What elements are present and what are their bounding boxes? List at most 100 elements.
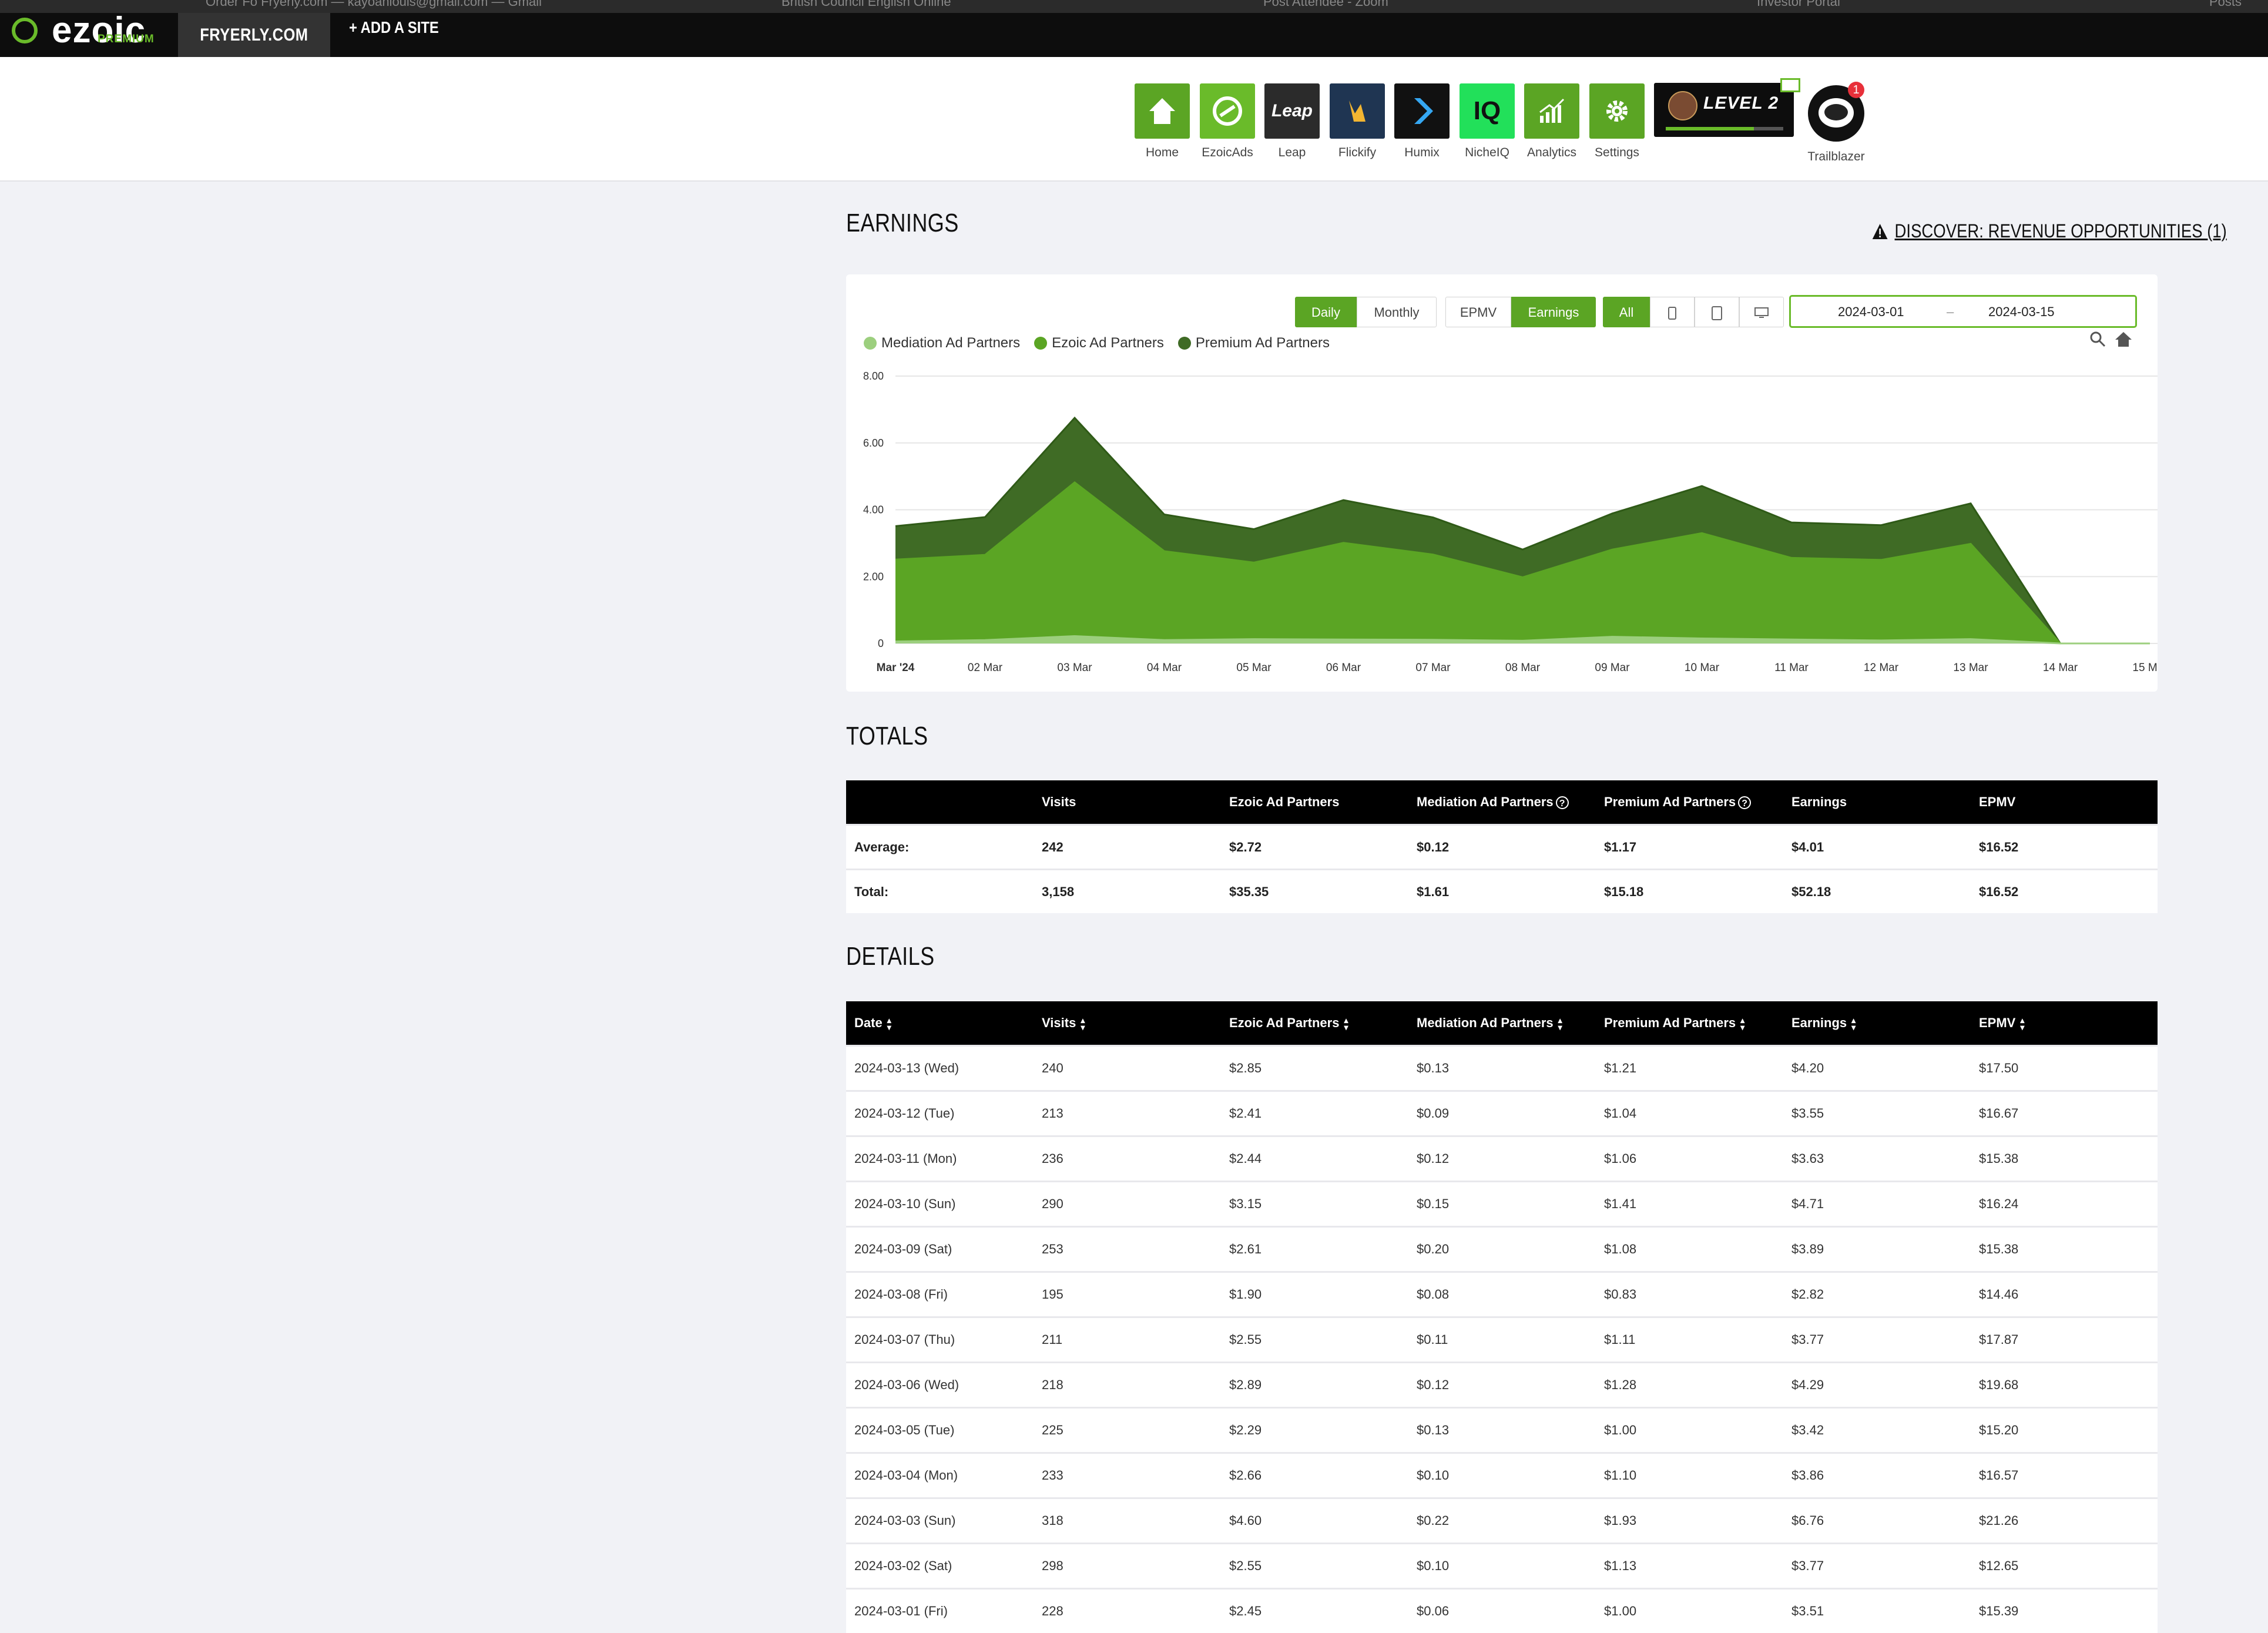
table-cell: 2024-03-04 (Mon) xyxy=(846,1453,1034,1498)
app-analytics[interactable]: Analytics xyxy=(1524,83,1579,160)
browser-tab[interactable]: Order Fo Fryerly.com — kayoanlouis@gmail… xyxy=(206,0,542,9)
add-site-link[interactable]: + ADD A SITE xyxy=(349,13,455,42)
table-cell: $0.12 xyxy=(1408,825,1596,870)
browser-tab[interactable]: Investor Portal xyxy=(1757,0,1840,9)
sortable-column-header[interactable]: Date▴▾ xyxy=(846,1001,1034,1046)
sortable-column-header[interactable]: EPMV▴▾ xyxy=(1971,1001,2158,1046)
sort-icon: ▴▾ xyxy=(2020,1017,2024,1031)
level-badge[interactable]: LEVEL 2 xyxy=(1654,83,1794,137)
sortable-column-header[interactable]: Mediation Ad Partners ▴▾ xyxy=(1408,1001,1596,1046)
app-leap[interactable]: Leap Leap xyxy=(1264,83,1320,160)
site-tab-fryerly[interactable]: FRYERLY.COM xyxy=(178,13,330,57)
totals-header-label: Mediation Ad Partners xyxy=(1417,794,1554,809)
settings-icon xyxy=(1589,83,1645,139)
browser-tab[interactable]: Post Attendee - Zoom xyxy=(1263,0,1388,9)
table-cell: $15.38 xyxy=(1971,1136,2158,1182)
table-cell: $3.42 xyxy=(1783,1408,1971,1453)
table-cell: 2024-03-13 (Wed) xyxy=(846,1046,1034,1091)
x-tick-label: 10 Mar xyxy=(1685,662,1720,674)
table-cell: $3.15 xyxy=(1221,1182,1408,1227)
app-launcher-bar: Home EzoicAds Leap Leap Flickify Humix I… xyxy=(0,57,2268,182)
column-label: Date xyxy=(854,1015,883,1030)
help-icon[interactable]: ? xyxy=(1738,796,1751,809)
device-all-button[interactable]: All xyxy=(1603,297,1650,327)
browser-tab-strip: Order Fo Fryerly.com — kayoanlouis@gmail… xyxy=(0,0,2268,13)
app-humix[interactable]: Humix xyxy=(1394,83,1450,160)
table-cell: $4.71 xyxy=(1783,1182,1971,1227)
sortable-column-header[interactable]: Ezoic Ad Partners▴▾ xyxy=(1221,1001,1408,1046)
table-cell: $2.41 xyxy=(1221,1091,1408,1136)
zoom-icon[interactable] xyxy=(2089,330,2106,348)
totals-header: Earnings xyxy=(1783,780,1971,825)
x-tick-label: 05 Mar xyxy=(1236,662,1271,674)
legend-item[interactable]: Mediation Ad Partners xyxy=(864,335,1020,351)
details-table: Date▴▾Visits▴▾Ezoic Ad Partners▴▾Mediati… xyxy=(846,1001,2158,1633)
discover-label: DISCOVER: REVENUE OPPORTUNITIES (1) xyxy=(1895,220,2227,242)
flickify-icon xyxy=(1330,83,1385,139)
device-mobile-button[interactable] xyxy=(1650,297,1695,327)
table-cell: 318 xyxy=(1034,1498,1221,1544)
legend-swatch xyxy=(1178,337,1191,350)
totals-header: Mediation Ad Partners? xyxy=(1408,780,1596,825)
app-home[interactable]: Home xyxy=(1135,83,1190,160)
metric-epmv-button[interactable]: EPMV xyxy=(1445,297,1511,327)
totals-row: Total:3,158$35.35$1.61$15.18$52.18$16.52 xyxy=(846,870,2158,914)
table-row: 2024-03-06 (Wed)218$2.89$0.12$1.28$4.29$… xyxy=(846,1363,2158,1408)
details-title: DETAILS xyxy=(846,942,935,971)
table-cell: $2.55 xyxy=(1221,1544,1408,1589)
table-cell: 2024-03-03 (Sun) xyxy=(846,1498,1034,1544)
column-label: Mediation Ad Partners xyxy=(1417,1015,1554,1030)
x-tick-label: 02 Mar xyxy=(968,662,1003,674)
sortable-column-header[interactable]: Earnings▴▾ xyxy=(1783,1001,1971,1046)
app-label: Settings xyxy=(1578,146,1656,160)
legend-item[interactable]: Premium Ad Partners xyxy=(1178,335,1330,351)
app-settings[interactable]: Settings xyxy=(1589,83,1645,160)
discover-revenue-link[interactable]: DISCOVER: REVENUE OPPORTUNITIES (1) xyxy=(1871,220,2227,242)
table-cell: $17.87 xyxy=(1971,1317,2158,1363)
earnings-area-chart: 8.006.004.002.000Mar '2402 Mar03 Mar04 M… xyxy=(846,361,2158,679)
table-cell: $35.35 xyxy=(1221,870,1408,914)
metric-earnings-button[interactable]: Earnings xyxy=(1511,297,1596,327)
x-tick-label: 09 Mar xyxy=(1595,662,1630,674)
period-monthly-button[interactable]: Monthly xyxy=(1357,297,1437,327)
table-cell: 2024-03-06 (Wed) xyxy=(846,1363,1034,1408)
table-row: 2024-03-11 (Mon)236$2.44$0.12$1.06$3.63$… xyxy=(846,1136,2158,1182)
app-nicheiq[interactable]: IQ NicheIQ xyxy=(1460,83,1515,160)
date-range-picker[interactable]: 2024-03-01 – 2024-03-15 xyxy=(1789,295,2137,328)
mail-icon[interactable] xyxy=(1780,78,1800,92)
reset-zoom-home-icon[interactable] xyxy=(2114,330,2133,348)
table-cell: $1.28 xyxy=(1596,1363,1783,1408)
trailblazer-label: Trailblazer xyxy=(1804,150,1868,164)
totals-header: Premium Ad Partners? xyxy=(1596,780,1783,825)
table-cell: $2.55 xyxy=(1221,1317,1408,1363)
table-row: 2024-03-08 (Fri)195$1.90$0.08$0.83$2.82$… xyxy=(846,1272,2158,1317)
y-tick-label: 8.00 xyxy=(863,370,884,382)
app-ezoicads[interactable]: EzoicAds xyxy=(1200,83,1255,160)
table-row: 2024-03-09 (Sat)253$2.61$0.20$1.08$3.89$… xyxy=(846,1227,2158,1272)
table-cell: $0.15 xyxy=(1408,1182,1596,1227)
table-cell: $2.66 xyxy=(1221,1453,1408,1498)
device-tablet-button[interactable] xyxy=(1695,297,1739,327)
table-cell: $2.44 xyxy=(1221,1136,1408,1182)
browser-tab[interactable]: Posts xyxy=(2209,0,2242,9)
table-cell: $0.12 xyxy=(1408,1136,1596,1182)
table-cell: $1.00 xyxy=(1596,1589,1783,1633)
period-daily-button[interactable]: Daily xyxy=(1295,297,1357,327)
app-flickify[interactable]: Flickify xyxy=(1330,83,1385,160)
logo-premium-tag: PREMIUM xyxy=(98,33,155,46)
sortable-column-header[interactable]: Premium Ad Partners▴▾ xyxy=(1596,1001,1783,1046)
table-cell: $14.46 xyxy=(1971,1272,2158,1317)
table-cell: 2024-03-12 (Tue) xyxy=(846,1091,1034,1136)
totals-title: TOTALS xyxy=(846,722,928,751)
table-cell: 298 xyxy=(1034,1544,1221,1589)
help-icon[interactable]: ? xyxy=(1556,796,1569,809)
browser-tab[interactable]: British Council English Online xyxy=(781,0,951,9)
table-cell: 3,158 xyxy=(1034,870,1221,914)
trailblazer-button[interactable]: 1 Trailblazer xyxy=(1804,85,1868,164)
sort-icon: ▴▾ xyxy=(1558,1017,1562,1031)
legend-item[interactable]: Ezoic Ad Partners xyxy=(1034,335,1164,351)
device-desktop-button[interactable] xyxy=(1739,297,1784,327)
top-nav-bar: ezoic PREMIUM FRYERLY.COM + ADD A SITE xyxy=(0,13,2268,57)
sortable-column-header[interactable]: Visits▴▾ xyxy=(1034,1001,1221,1046)
table-cell: $16.24 xyxy=(1971,1182,2158,1227)
